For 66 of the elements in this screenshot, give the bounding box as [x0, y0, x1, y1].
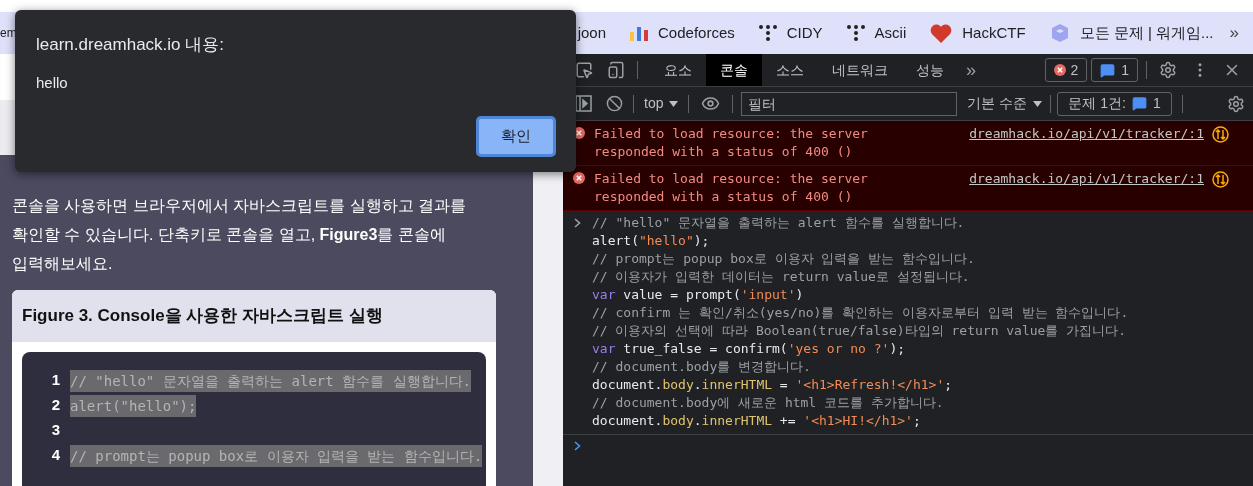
- bookmark[interactable]: Ascii: [846, 21, 907, 45]
- context-select[interactable]: top: [644, 93, 679, 114]
- code-line: // 이용자가 입력한 데이터는 return value로 설정됩니다.: [592, 268, 971, 286]
- bookmark[interactable]: Codeforces: [630, 21, 735, 45]
- heart-icon: [930, 23, 953, 43]
- caret-icon: [1033, 100, 1043, 107]
- device-icon[interactable]: [607, 61, 625, 79]
- devtools-tab[interactable]: 요소: [650, 54, 706, 86]
- more-bookmarks-button[interactable]: »: [1229, 20, 1239, 46]
- console-settings-icon[interactable]: [1227, 94, 1245, 113]
- paragraph: 콘솔을 사용하면 브라우저에서 자바스크립트를 실행하고 결과를 확인할 수 있습니다. 단축키로 콘솔을 열고, Figure3를 콘솔에 입력해보세요.: [12, 196, 468, 274]
- code-line: // confirm 는 확인/취소(yes/no)를 확인하는 이용자로부터 입력 받는 함수입니다.: [592, 304, 1129, 322]
- bookmark[interactable]: joon: [577, 21, 607, 45]
- bar-chart-icon: [630, 25, 649, 41]
- dots-icon: [846, 24, 865, 42]
- message-icon: [1131, 96, 1147, 111]
- caret-icon: [669, 100, 679, 107]
- code-line: // document.body를 변경합니다.: [592, 358, 812, 376]
- inspect-icon[interactable]: [575, 61, 593, 79]
- code-line: // 이용자의 선택에 따라 Boolean(true/false)타입의 return value를 가집니다.: [592, 322, 1128, 340]
- error-icon: [573, 172, 585, 184]
- message-icon: [1100, 62, 1116, 78]
- more-tabs-button[interactable]: »: [966, 56, 976, 84]
- code-line: var value = prompt('input'): [592, 286, 805, 304]
- error-count-badge[interactable]: 2: [1045, 58, 1088, 82]
- prompt-icon: [574, 441, 581, 451]
- log-level-select[interactable]: 기본 수준: [967, 93, 1043, 114]
- line-number: 4: [50, 445, 60, 466]
- settings-icon[interactable]: [1159, 61, 1177, 79]
- code-line: document.body.innerHTML += '<h1>HI!</h1>';: [592, 412, 922, 430]
- line-number: 2: [50, 395, 60, 416]
- dialog-message: hello: [36, 72, 69, 93]
- filter-field[interactable]: 필터: [741, 91, 958, 116]
- devtools-tab[interactable]: 소스: [762, 54, 818, 86]
- figure-title: Figure 3. Console을 사용한 자바스크립트 실행: [12, 290, 496, 342]
- chevron-icon: [574, 218, 581, 228]
- dots-icon: [758, 24, 777, 42]
- line-number: 3: [50, 420, 60, 441]
- devtools-tab[interactable]: 콘솔: [706, 54, 762, 86]
- dialog-title: learn.dreamhack.io 내용:: [36, 34, 226, 56]
- message-text: Failed to load resource: the server responded with a status of 400 (): [594, 170, 869, 206]
- cube-icon: [1049, 23, 1070, 43]
- confirm-button[interactable]: 확인: [476, 116, 556, 157]
- devtools-tab[interactable]: 네트워크: [818, 54, 902, 86]
- code-line: var true_false = confirm('yes or no ?');: [592, 340, 907, 358]
- error-icon: [1054, 64, 1067, 76]
- devtools-tab[interactable]: 성능: [902, 54, 958, 86]
- source-link[interactable]: dreamhack.io/api/v1/tracker/:1: [969, 125, 1204, 143]
- bookmark[interactable]: CIDY: [758, 21, 823, 45]
- network-icon[interactable]: [1212, 171, 1229, 188]
- sidebar-toggle-icon[interactable]: [575, 95, 592, 112]
- info-count-badge[interactable]: 1: [1091, 58, 1138, 82]
- clear-console-icon[interactable]: [606, 95, 623, 112]
- code-line: // prompt는 popup box로 이용자 입력을 받는 함수입니다.: [592, 250, 976, 268]
- code-line: // document.body에 새로운 html 코드를 추가합니다.: [592, 394, 945, 412]
- bookmark[interactable]: HackCTF: [930, 21, 1026, 45]
- network-icon[interactable]: [1212, 126, 1229, 143]
- message-text: Failed to load resource: the server responded with a status of 400 (): [594, 125, 869, 161]
- code-line: // "hello" 문자열을 출력하는 alert 함수를 실행합니다.: [592, 214, 966, 232]
- code-line: alert("hello");: [592, 232, 711, 250]
- line-number: 1: [50, 370, 60, 391]
- bookmark[interactable]: 모든 문제 | 워게임...: [1049, 21, 1214, 45]
- source-link[interactable]: dreamhack.io/api/v1/tracker/:1: [969, 170, 1204, 188]
- issues-button[interactable]: 문제 1건: 1: [1057, 91, 1172, 116]
- code-line: document.body.innerHTML = '<h1>Refresh!</h1>';: [592, 376, 954, 394]
- eye-icon[interactable]: [701, 94, 721, 113]
